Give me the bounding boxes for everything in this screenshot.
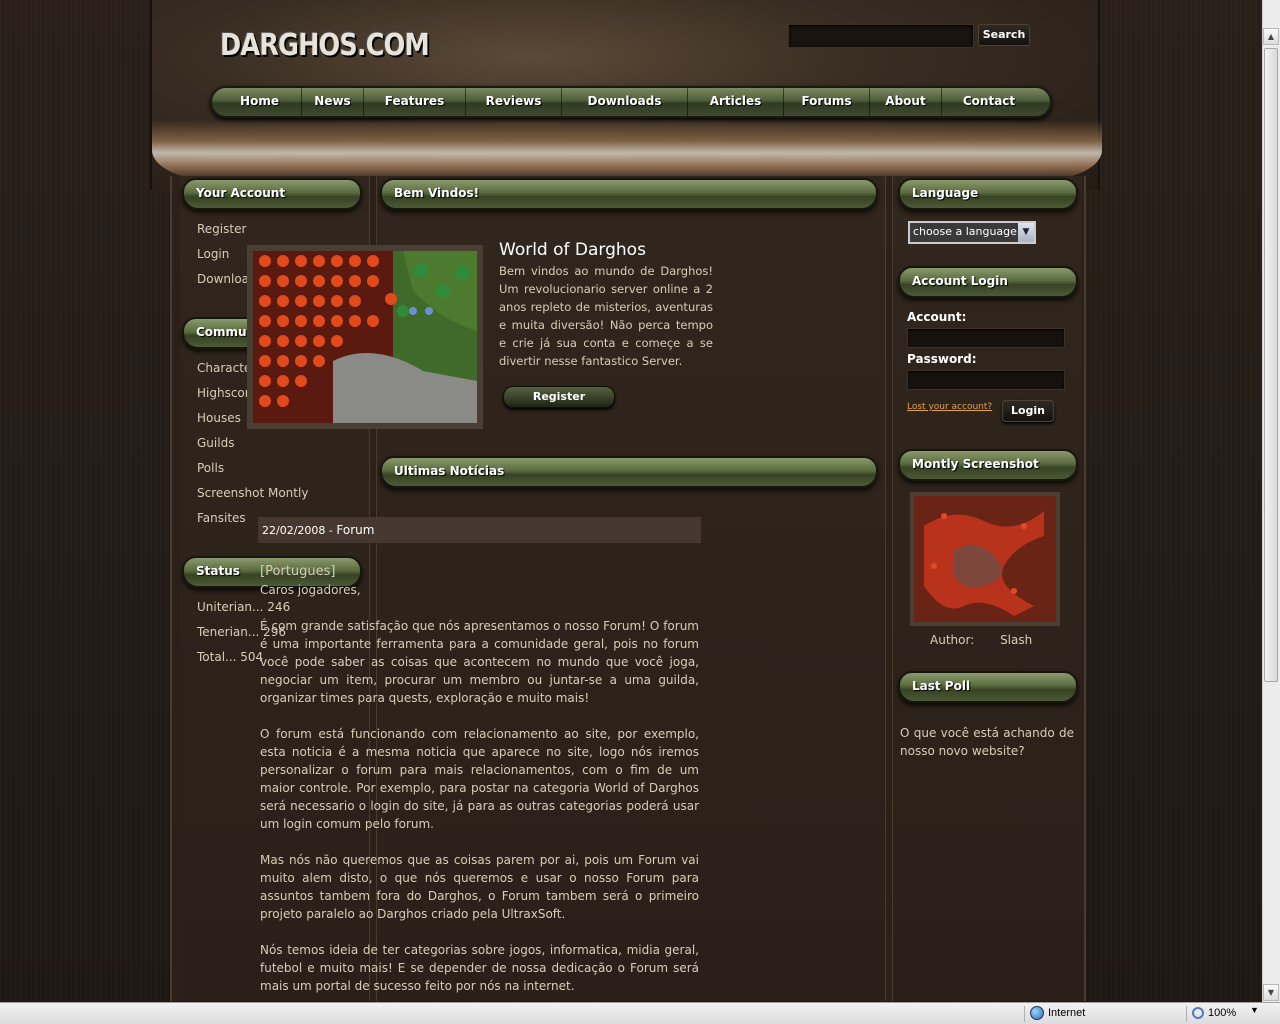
nav-reviews[interactable]: Reviews <box>466 88 562 116</box>
search-button[interactable]: Search <box>978 24 1030 46</box>
password-input[interactable] <box>907 370 1065 390</box>
status-divider <box>1186 1006 1187 1022</box>
scroll-thumb[interactable] <box>1264 48 1278 682</box>
zoom-level[interactable]: 100% <box>1208 1007 1236 1019</box>
nav-downloads[interactable]: Downloads <box>562 88 688 116</box>
search-input[interactable] <box>788 24 974 48</box>
menu-screenshot-montly[interactable]: Screenshot Montly <box>197 481 308 506</box>
lost-account-link[interactable]: Lost your account? <box>907 402 992 412</box>
nav-features[interactable]: Features <box>364 88 466 116</box>
screenshot-author: Author: Slash <box>930 633 1032 647</box>
scroll-up-icon[interactable]: ▲ <box>1263 28 1279 45</box>
site-logo[interactable]: DARGHOS.COM <box>220 28 430 63</box>
screenshot-title: Montly Screenshot <box>898 449 1078 481</box>
news-greeting: Caros jogadores, <box>260 583 361 597</box>
chevron-down-icon[interactable]: ▼ <box>1018 223 1034 242</box>
author-label: Author: <box>930 633 975 647</box>
nav-forums[interactable]: Forums <box>784 88 870 116</box>
language-select[interactable]: choose a language <box>908 221 1036 244</box>
site-header: DARGHOS.COM Search Home News Features Re… <box>150 0 1102 190</box>
menu-guilds[interactable]: Guilds <box>197 431 308 456</box>
account-input[interactable] <box>907 328 1065 348</box>
nav-contact[interactable]: Contact <box>942 88 1036 116</box>
nav-home[interactable]: Home <box>218 88 302 116</box>
game-screenshot-image <box>247 245 483 429</box>
chevron-down-icon[interactable]: ▼ <box>1250 1005 1259 1015</box>
news-body: [Portugues] Caros jogadores, É com grand… <box>260 563 699 1013</box>
news-box-title: Ultimas Notícias <box>380 456 878 488</box>
welcome-heading: World of Darghos <box>499 240 646 260</box>
language-title: Language <box>898 178 1078 210</box>
nav-about[interactable]: About <box>870 88 942 116</box>
last-poll-title: Last Poll <box>898 671 1078 703</box>
scroll-down-icon[interactable]: ▼ <box>1263 984 1279 1001</box>
account-login-title: Account Login <box>898 266 1078 298</box>
menu-polls[interactable]: Polls <box>197 456 308 481</box>
zoom-icon <box>1192 1007 1204 1019</box>
password-label: Password: <box>907 352 977 366</box>
news-paragraph: É com grande satisfação que nós apresent… <box>260 619 699 705</box>
security-zone: Internet <box>1048 1007 1086 1019</box>
account-label: Account: <box>907 310 967 324</box>
header-decoration <box>152 120 1102 180</box>
news-category[interactable]: Forum <box>336 523 374 537</box>
author-name: Slash <box>1000 633 1033 647</box>
register-button[interactable]: Register <box>503 386 615 408</box>
news-item-header: 22/02/2008 - Forum <box>258 517 701 543</box>
globe-icon <box>1030 1006 1044 1020</box>
nav-articles[interactable]: Articles <box>688 88 784 116</box>
login-button[interactable]: Login <box>1002 400 1054 422</box>
welcome-box-title: Bem Vindos! <box>380 178 878 210</box>
poll-question[interactable]: O que você está achando de nosso novo we… <box>900 724 1074 760</box>
news-paragraph: Nós temos ideia de ter categorias sobre … <box>260 943 699 993</box>
menu-register[interactable]: Register <box>197 217 295 242</box>
nav-news[interactable]: News <box>302 88 364 116</box>
welcome-intro: Bem vindos ao mundo de Darghos! Um revol… <box>499 264 713 368</box>
main-nav: Home News Features Reviews Downloads Art… <box>210 86 1052 118</box>
news-paragraph: Mas nós não queremos que as coisas parem… <box>260 853 699 921</box>
your-account-title: Your Account <box>182 178 362 210</box>
news-date: 22/02/2008 <box>262 524 326 537</box>
browser-status-bar: Internet 100% ▼ <box>0 1002 1280 1024</box>
news-tag: [Portugues] <box>260 564 336 579</box>
status-divider <box>1024 1006 1025 1022</box>
news-paragraph: O forum está funcionando com relacioname… <box>260 727 699 831</box>
monthly-screenshot-image[interactable] <box>910 492 1060 626</box>
